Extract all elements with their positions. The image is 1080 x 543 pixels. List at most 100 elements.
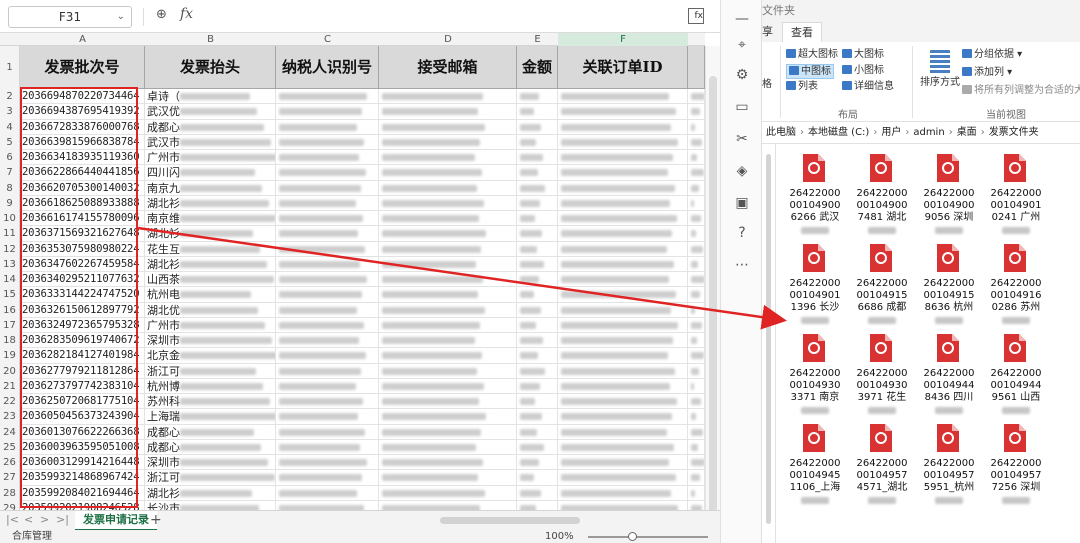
invoice-title-cell[interactable]: 四川闪 xyxy=(145,165,276,181)
invoice-title-cell[interactable]: 深圳市 xyxy=(145,455,276,471)
batch-number-cell[interactable]: 2036282184127401984 xyxy=(20,348,145,364)
nav-scrollbar[interactable] xyxy=(766,154,771,524)
batch-number-cell[interactable]: 2036013076622266368 xyxy=(20,424,145,440)
batch-number-cell[interactable]: 2036672833876000768 xyxy=(20,119,145,135)
amount-cell[interactable] xyxy=(517,180,558,196)
pointer-icon[interactable]: ⌖ xyxy=(733,36,751,54)
row-number[interactable]: 10 xyxy=(0,211,19,226)
column-letter-b[interactable]: B xyxy=(145,33,276,46)
layout-large[interactable]: 大图标 xyxy=(842,48,884,61)
row-number[interactable]: 22 xyxy=(0,394,19,409)
email-cell[interactable] xyxy=(379,424,517,440)
zoom-icon[interactable]: ⊕ xyxy=(156,7,167,22)
tax-id-cell[interactable] xyxy=(276,241,379,257)
batch-number-cell[interactable]: 2036694387695419392 xyxy=(20,104,145,120)
tools-icon[interactable]: ✂ xyxy=(733,130,751,148)
first-sheet-icon[interactable]: |< xyxy=(6,513,19,526)
next-cell[interactable] xyxy=(688,439,705,455)
batch-number-cell[interactable]: 2035992021908246528 xyxy=(20,500,145,510)
batch-number-cell[interactable]: 2036618625088933888 xyxy=(20,195,145,211)
pdf-file-item[interactable]: 26422000 00104901 0241 广州 xyxy=(985,152,1047,236)
row-number[interactable]: 1 xyxy=(0,46,19,89)
tax-id-cell[interactable] xyxy=(276,287,379,303)
amount-cell[interactable] xyxy=(517,256,558,272)
row-number[interactable]: 16 xyxy=(0,303,19,318)
tax-id-cell[interactable] xyxy=(276,165,379,181)
batch-number-cell[interactable]: 2036273797742383104 xyxy=(20,378,145,394)
header-cell-batch[interactable]: 发票批次号 xyxy=(20,46,145,89)
shape-icon[interactable]: ◈ xyxy=(733,162,751,180)
row-number[interactable]: 9 xyxy=(0,196,19,211)
row-number[interactable]: 15 xyxy=(0,287,19,302)
batch-number-cell[interactable]: 2036639815966838784 xyxy=(20,134,145,150)
tax-id-cell[interactable] xyxy=(276,150,379,166)
invoice-title-cell[interactable]: 浙江可 xyxy=(145,363,276,379)
next-cell[interactable] xyxy=(688,485,705,501)
order-id-cell[interactable] xyxy=(558,394,688,410)
email-cell[interactable] xyxy=(379,378,517,394)
add-column-button[interactable]: 添加列 ▾ xyxy=(962,66,1012,79)
amount-cell[interactable] xyxy=(517,317,558,333)
header-cell-taxid[interactable]: 纳税人识别号 xyxy=(276,46,379,89)
next-cell[interactable] xyxy=(688,455,705,471)
amount-cell[interactable] xyxy=(517,363,558,379)
invoice-title-cell[interactable]: 成都心 xyxy=(145,439,276,455)
row-number[interactable]: 13 xyxy=(0,257,19,272)
invoice-title-cell[interactable]: 南京九 xyxy=(145,180,276,196)
pdf-file-item[interactable]: 26422000 00104901 1396 长沙 xyxy=(784,242,846,326)
invoice-title-cell[interactable]: 山西茶 xyxy=(145,272,276,288)
row-number[interactable]: 2 xyxy=(0,89,19,104)
help-icon[interactable]: ? xyxy=(733,224,751,242)
invoice-title-cell[interactable]: 武汉市 xyxy=(145,134,276,150)
order-id-cell[interactable] xyxy=(558,424,688,440)
row-number[interactable]: 4 xyxy=(0,120,19,135)
email-cell[interactable] xyxy=(379,333,517,349)
order-id-cell[interactable] xyxy=(558,470,688,486)
tax-id-cell[interactable] xyxy=(276,89,379,105)
amount-cell[interactable] xyxy=(517,348,558,364)
column-letter-d[interactable]: D xyxy=(379,33,517,46)
invoice-title-cell[interactable]: 湖北衫 xyxy=(145,485,276,501)
invoice-title-cell[interactable]: 杭州博 xyxy=(145,378,276,394)
pdf-file-item[interactable]: 26422000 00104957 4571_湖北 xyxy=(851,422,913,506)
batch-number-cell[interactable]: 2036694870220734464 xyxy=(20,89,145,105)
pdf-file-item[interactable]: 26422000 00104957 7256 深圳 xyxy=(985,422,1047,506)
layout-small[interactable]: 小图标 xyxy=(842,64,884,77)
tax-id-cell[interactable] xyxy=(276,333,379,349)
invoice-title-cell[interactable]: 湖北衫 xyxy=(145,226,276,242)
row-number[interactable]: 25 xyxy=(0,440,19,455)
email-cell[interactable] xyxy=(379,455,517,471)
invoice-title-cell[interactable]: 广州市 xyxy=(145,317,276,333)
email-cell[interactable] xyxy=(379,104,517,120)
settings-icon[interactable]: ⚙ xyxy=(733,66,751,84)
invoice-title-cell[interactable]: 成都心 xyxy=(145,119,276,135)
batch-number-cell[interactable]: 2036326150612897792 xyxy=(20,302,145,318)
email-cell[interactable] xyxy=(379,302,517,318)
amount-cell[interactable] xyxy=(517,333,558,349)
order-id-cell[interactable] xyxy=(558,165,688,181)
order-id-cell[interactable] xyxy=(558,302,688,318)
email-cell[interactable] xyxy=(379,256,517,272)
amount-cell[interactable] xyxy=(517,455,558,471)
order-id-cell[interactable] xyxy=(558,333,688,349)
column-letter-c[interactable]: C xyxy=(276,33,379,46)
next-cell[interactable] xyxy=(688,348,705,364)
batch-number-cell[interactable]: 2036620705300140032 xyxy=(20,180,145,196)
row-number[interactable]: 19 xyxy=(0,348,19,363)
amount-cell[interactable] xyxy=(517,394,558,410)
minimize-icon[interactable]: — xyxy=(733,10,751,28)
tax-id-cell[interactable] xyxy=(276,500,379,510)
amount-cell[interactable] xyxy=(517,195,558,211)
tax-id-cell[interactable] xyxy=(276,272,379,288)
next-cell[interactable] xyxy=(688,89,705,105)
pdf-file-item[interactable]: 26422000 00104915 6686 成都 xyxy=(851,242,913,326)
next-cell[interactable] xyxy=(688,394,705,410)
next-cell[interactable] xyxy=(688,134,705,150)
row-number[interactable]: 28 xyxy=(0,486,19,501)
breadcrumb-item[interactable]: 用户 xyxy=(881,122,901,144)
tax-id-cell[interactable] xyxy=(276,378,379,394)
panel-icon[interactable]: ▣ xyxy=(733,194,751,212)
amount-cell[interactable] xyxy=(517,272,558,288)
next-cell[interactable] xyxy=(688,256,705,272)
amount-cell[interactable] xyxy=(517,89,558,105)
